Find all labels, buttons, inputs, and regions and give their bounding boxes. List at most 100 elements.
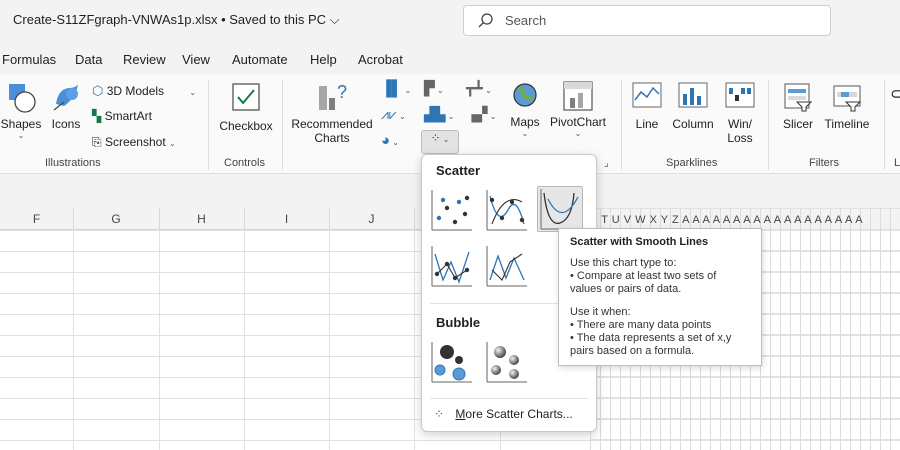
tab-view[interactable]: View: [182, 52, 210, 67]
scatter-smooth-icon: [540, 189, 581, 230]
checkbox-label: Checkbox: [219, 119, 273, 133]
column-header-g[interactable]: G: [73, 212, 159, 226]
bird-icon: [53, 84, 78, 111]
search-box[interactable]: Search: [463, 5, 831, 36]
tab-acrobat[interactable]: Acrobat: [358, 52, 403, 67]
pivotchart-icon: [563, 81, 593, 111]
sparkline-winloss-button[interactable]: Win/ Loss: [722, 82, 758, 145]
shapes-button[interactable]: Shapes ⌄: [0, 80, 42, 140]
dialog-launcher-icon[interactable]: ⌟: [604, 158, 609, 169]
column-divider: [414, 208, 415, 230]
icons-button[interactable]: Icons: [48, 80, 84, 131]
chevron-down-icon: ⌄: [390, 138, 399, 147]
bubble-option[interactable]: [428, 339, 474, 385]
tab-help[interactable]: Help: [310, 52, 337, 67]
shapes-label: Shapes: [0, 117, 42, 131]
icons-label: Icons: [51, 117, 81, 131]
scatter-smooth-lines-option[interactable]: [537, 186, 583, 232]
slicer-button[interactable]: Slicer: [780, 82, 816, 131]
scatter-chart-icon: ⁘: [430, 131, 441, 145]
tooltip-text: values or pairs of data.: [570, 283, 682, 295]
scatter-heading: Scatter: [436, 163, 481, 178]
more-scatter-charts-link[interactable]: ⁘ More Scatter Charts...: [434, 407, 573, 421]
sparkline-line-label: Line: [635, 117, 659, 131]
column-header-f[interactable]: F: [0, 212, 73, 226]
maps-button[interactable]: Maps ⌄: [508, 80, 542, 138]
scatter-markers-only-option[interactable]: [428, 187, 474, 233]
recommended-charts-icon: ?: [319, 82, 347, 110]
more-scatter-accelerator: M: [455, 407, 466, 421]
scatter-smooth-markers-icon: [486, 190, 527, 231]
3d-models-button[interactable]: ⬡ 3D Models ⌄: [92, 83, 196, 99]
tooltip-text: • Compare at least two sets of: [570, 270, 717, 282]
smartart-icon: ▚: [92, 109, 102, 123]
scatter-straight-lines-option[interactable]: [483, 243, 529, 289]
recommended-charts-button[interactable]: ? Recommended Charts: [290, 80, 374, 145]
column-header-j[interactable]: J: [329, 212, 414, 226]
pivotchart-label: PivotChart: [549, 115, 607, 129]
search-placeholder: Search: [505, 13, 547, 28]
camera-icon: ⎘: [92, 135, 102, 149]
tooltip-text: • There are many data points: [570, 319, 712, 331]
group-separator: [884, 80, 885, 170]
timeline-button[interactable]: Timeline: [822, 82, 872, 131]
tab-review[interactable]: Review: [123, 52, 166, 67]
scatter-straight-lines-markers-option[interactable]: [428, 243, 474, 289]
chevron-down-icon: ⌄: [521, 129, 529, 138]
scatter-smooth-lines-markers-option[interactable]: [483, 187, 529, 233]
combo-chart-button[interactable]: ▗▞ ⌄: [466, 106, 496, 123]
hierarchy-chart-icon: ▛: [424, 80, 435, 96]
waterfall-chart-button[interactable]: ┳┻ ⌄: [466, 80, 492, 97]
column-header-h[interactable]: H: [159, 212, 244, 226]
3d-models-label: 3D Models: [106, 84, 165, 98]
chart-type-tooltip: Scatter with Smooth Lines Use this chart…: [558, 228, 762, 366]
sparkline-column-button[interactable]: Column: [670, 82, 716, 131]
search-icon: [478, 13, 493, 28]
globe-icon: [513, 83, 537, 107]
slicer-icon: [784, 83, 813, 112]
sparkline-column-icon: [678, 82, 708, 108]
statistic-chart-icon: ▟▙: [424, 106, 446, 122]
chevron-down-icon: ⌄: [482, 86, 492, 95]
smartart-button[interactable]: ▚ SmartArt: [92, 109, 152, 123]
checkbox-button[interactable]: Checkbox: [218, 82, 274, 133]
line-chart-button[interactable]: ⩘⩗ ⌄: [381, 106, 406, 123]
link-icon: ⊂: [890, 86, 900, 103]
tooltip-title: Scatter with Smooth Lines: [570, 236, 709, 248]
checkbox-icon: [232, 83, 260, 111]
grid-line: [244, 230, 245, 450]
sparkline-winloss-label-1: Win/: [728, 117, 752, 131]
column-chart-icon: ▐▌: [381, 80, 403, 97]
pivotchart-button[interactable]: PivotChart ⌄: [548, 80, 608, 138]
scatter-chart-button[interactable]: ⁘ ⌄: [421, 130, 459, 154]
maps-label: Maps: [510, 115, 540, 129]
chevron-down-icon: ⌄: [17, 131, 25, 140]
svg-text:?: ?: [337, 82, 347, 102]
chevron-down-icon: ⌄: [445, 112, 455, 121]
sparkline-line-button[interactable]: Line: [629, 82, 665, 131]
screenshot-button[interactable]: ⎘ Screenshot ⌄: [92, 135, 176, 150]
waterfall-chart-icon: ┳┻: [466, 80, 483, 96]
links-button[interactable]: ⊂: [890, 84, 900, 104]
pie-chart-button[interactable]: ◕ ⌄: [381, 132, 399, 149]
statistic-chart-button[interactable]: ▟▙ ⌄: [424, 106, 454, 123]
3d-bubble-icon: [486, 342, 527, 383]
scatter-icon: [431, 190, 472, 231]
tooltip-text: • The data represents a set of x,y: [570, 332, 732, 344]
3d-bubble-option[interactable]: [483, 339, 529, 385]
tab-formulas[interactable]: Formulas: [2, 52, 56, 67]
timeline-label: Timeline: [824, 117, 870, 131]
sparkline-line-icon: [632, 82, 662, 108]
tab-data[interactable]: Data: [75, 52, 102, 67]
pie-chart-icon: ◕: [381, 132, 391, 149]
sparklines-group-label: Sparklines: [666, 157, 718, 169]
column-chart-button[interactable]: ▐▌ ⌄: [381, 80, 411, 97]
group-separator: [768, 80, 769, 170]
document-title[interactable]: Create-S11ZFgraph-VNWAs1p.xlsx • Saved t…: [13, 12, 340, 28]
links-group-label: L: [894, 157, 900, 169]
column-header-i[interactable]: I: [244, 212, 329, 226]
tab-automate[interactable]: Automate: [232, 52, 288, 67]
grid-line: [73, 230, 74, 450]
recommended-charts-label-1: Recommended: [291, 117, 373, 131]
hierarchy-chart-button[interactable]: ▛ ⌄: [424, 80, 444, 97]
